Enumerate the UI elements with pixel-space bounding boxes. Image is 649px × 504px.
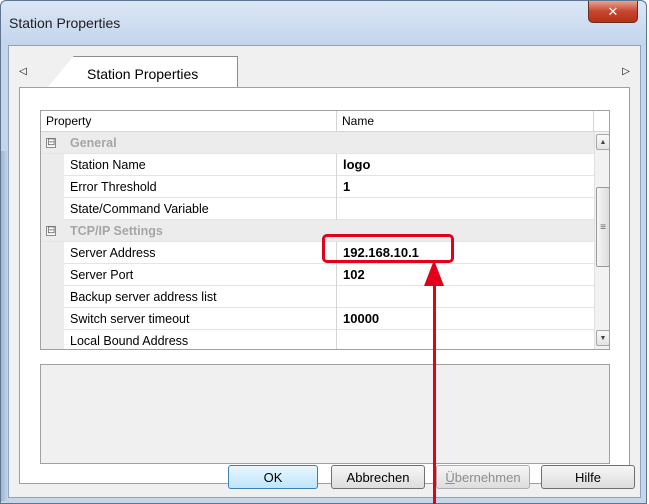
property-value[interactable]: logo	[337, 154, 594, 176]
description-pane	[40, 364, 610, 464]
property-key: Server Address	[64, 242, 337, 264]
property-value[interactable]	[337, 330, 594, 349]
chevron-right-icon: ▷	[622, 65, 630, 77]
property-value[interactable]: 102	[337, 264, 594, 286]
property-value[interactable]	[337, 198, 594, 220]
grid-property-row[interactable]: Station Name logo	[41, 154, 594, 176]
chevron-left-icon: ◁	[19, 65, 27, 77]
grid-property-row[interactable]: Local Bound Address	[41, 330, 594, 349]
row-gutter	[41, 330, 64, 349]
window-title: Station Properties	[9, 15, 121, 31]
row-gutter	[41, 154, 64, 176]
help-button[interactable]: Hilfe	[541, 465, 635, 489]
row-gutter	[41, 176, 64, 198]
arrow-down-icon: ▼	[599, 334, 607, 342]
property-key: Local Bound Address	[64, 330, 337, 349]
category-label: TCP/IP Settings	[70, 224, 163, 238]
close-button[interactable]: ✕	[588, 1, 638, 23]
property-key: State/Command Variable	[64, 198, 337, 220]
collapse-icon[interactable]: ⊟	[46, 226, 56, 236]
scroll-up-button[interactable]: ▲	[596, 134, 609, 150]
grid-property-row[interactable]: Backup server address list	[41, 286, 594, 308]
collapse-icon[interactable]: ⊟	[46, 138, 56, 148]
row-gutter	[41, 198, 64, 220]
tab-label: Station Properties	[87, 66, 199, 82]
property-value[interactable]: 1	[337, 176, 594, 198]
tab-scroll-left-button[interactable]: ◁	[16, 64, 30, 78]
column-header-property[interactable]: Property	[41, 111, 337, 132]
property-key: Error Threshold	[64, 176, 337, 198]
window-frame-edge	[1, 151, 8, 501]
property-key: Switch server timeout	[64, 308, 337, 330]
grid-rows: ⊟ General Station Name logo Error Threshold 1…	[41, 132, 594, 349]
close-icon: ✕	[607, 3, 619, 19]
row-gutter	[41, 286, 64, 308]
property-value[interactable]	[337, 286, 594, 308]
arrow-up-icon: ▲	[599, 138, 607, 146]
cancel-button[interactable]: Abbrechen	[331, 465, 425, 489]
row-gutter	[41, 308, 64, 330]
grid-property-row[interactable]: Server Port 102	[41, 264, 594, 286]
tab-panel: Property Name ⊟ General Station Name logo Er…	[19, 87, 630, 484]
scrollbar-thumb[interactable]: ≡	[596, 187, 609, 267]
grid-vertical-scrollbar[interactable]: ▲ ≡ ▼	[594, 132, 609, 349]
property-key: Backup server address list	[64, 286, 337, 308]
apply-button[interactable]: Übernehmen	[436, 465, 530, 489]
grid-category-row[interactable]: ⊟ General	[41, 132, 594, 154]
annotation-arrow-head-icon	[424, 260, 444, 286]
grid-header: Property Name	[41, 111, 609, 132]
property-key: Server Port	[64, 264, 337, 286]
grid-property-row[interactable]: Switch server timeout 10000	[41, 308, 594, 330]
grid-property-row[interactable]: Error Threshold 1	[41, 176, 594, 198]
annotation-highlight-box	[322, 234, 454, 263]
column-header-name[interactable]: Name	[337, 111, 594, 132]
grip-icon: ≡	[600, 221, 606, 233]
grid-property-row[interactable]: State/Command Variable	[41, 198, 594, 220]
property-grid: Property Name ⊟ General Station Name logo Er…	[40, 110, 610, 350]
row-gutter	[41, 264, 64, 286]
scroll-down-button[interactable]: ▼	[596, 330, 609, 346]
category-label: General	[70, 136, 117, 150]
dialog-client-area: ◁ Station Properties ▷ Property Name ⊟ Ge…	[8, 45, 641, 498]
annotation-arrow-line	[433, 270, 436, 504]
grid-category-row[interactable]: ⊟ TCP/IP Settings	[41, 220, 594, 242]
tab-strip: ◁ Station Properties ▷	[9, 46, 640, 88]
property-key: Station Name	[64, 154, 337, 176]
tab-scroll-right-button[interactable]: ▷	[619, 64, 633, 78]
title-bar[interactable]: Station Properties ✕	[1, 1, 646, 45]
grid-property-row[interactable]: Server Address 192.168.10.1	[41, 242, 594, 264]
row-gutter	[41, 242, 64, 264]
property-value[interactable]: 10000	[337, 308, 594, 330]
ok-button[interactable]: OK	[228, 465, 318, 489]
